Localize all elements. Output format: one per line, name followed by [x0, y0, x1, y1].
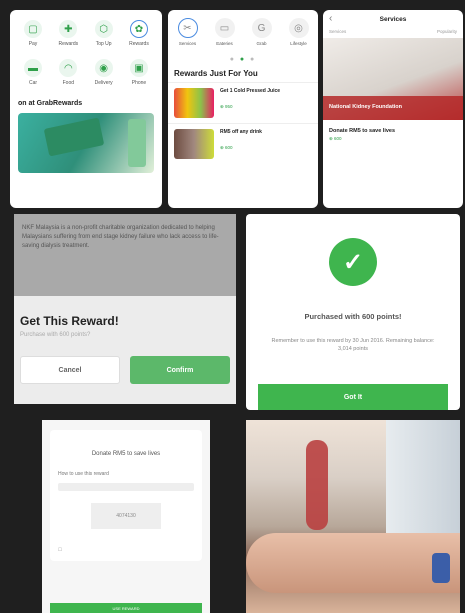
reward-item-points: ⊕ 600	[220, 145, 233, 150]
car-icon: ▬	[24, 59, 42, 77]
drink-thumbnail	[174, 129, 214, 159]
service-food[interactable]: ◠ Food	[53, 59, 83, 86]
eateries-icon: ▭	[214, 18, 235, 38]
dialog-buttons: Cancel Confirm	[14, 338, 236, 384]
action-rewards-selected[interactable]: ✿ Rewards	[124, 20, 154, 47]
tab-grab[interactable]: G Grab	[248, 18, 275, 46]
promo-title: on at GrabRewards	[18, 100, 83, 107]
services-icon: ✂	[177, 18, 198, 38]
reward-code: 4074130	[91, 503, 161, 529]
dialog-title: Get This Reward!	[20, 314, 119, 328]
lifestyle-icon: ◎	[288, 18, 309, 38]
tab-services[interactable]: ✂ Services	[174, 18, 201, 46]
nkf-banner-image[interactable]: National Kidney Foundation	[323, 38, 463, 120]
action-pay[interactable]: ▢ Pay	[18, 20, 48, 47]
got-it-button[interactable]: Got It	[258, 384, 448, 410]
food-icon: ◠	[59, 59, 78, 77]
clamp-object	[432, 553, 450, 583]
reward-category-tabs: ✂ Services ▭ Eateries G Grab ◎ Lifestyle	[168, 10, 318, 46]
rewards-icon: ✚	[59, 20, 78, 38]
rewards-selected-icon: ✿	[129, 20, 148, 38]
reward-item-points: ⊕ 950	[220, 104, 233, 109]
reward-points: ⊕ 600	[329, 136, 342, 141]
sort-filter[interactable]: Popularity	[437, 29, 457, 34]
delivery-icon: ◉	[94, 59, 113, 77]
page-title: Services	[379, 16, 407, 23]
reward-item-title: RM5 off any drink	[220, 129, 262, 135]
panel-rewards-list: ✂ Services ▭ Eateries G Grab ◎ Lifestyle ● ●…	[168, 10, 318, 208]
tab-lifestyle[interactable]: ◎ Lifestyle	[285, 18, 312, 46]
success-title: Purchased with 600 points!	[304, 312, 402, 321]
pay-icon: ▢	[24, 20, 42, 38]
reward-item[interactable]: RM5 off any drink ⊕ 600	[168, 123, 318, 164]
quick-actions-row: ▢ Pay ✚ Rewards ⬡ Top Up ✿ Rewards	[10, 10, 162, 47]
banner-side-graphic	[128, 119, 146, 167]
tab-eateries[interactable]: ▭ Eateries	[211, 18, 238, 46]
panel-services: ‹ Services Services Popularity National …	[323, 10, 463, 208]
service-delivery[interactable]: ◉ Delivery	[89, 59, 119, 86]
use-reward-button[interactable]: USE REWARD	[50, 603, 202, 613]
reward-title: Donate RM5 to save lives	[329, 128, 396, 134]
phone-icon: ▣	[129, 59, 148, 77]
reward-description: NKF Malaysia is a non-profit charitable …	[14, 214, 236, 296]
confirm-button[interactable]: Confirm	[130, 356, 230, 384]
reward-card: Donate RM5 to save lives How to use this…	[50, 430, 202, 561]
section-title: Rewards Just For You	[174, 69, 258, 78]
cancel-button[interactable]: Cancel	[20, 356, 120, 384]
service-phone[interactable]: ▣ Phone	[124, 59, 154, 86]
panel-confirm-dialog: NKF Malaysia is a non-profit charitable …	[14, 214, 236, 404]
category-filter[interactable]: Services	[329, 29, 346, 34]
reward-heading: Donate RM5 to save lives	[91, 451, 161, 457]
action-rewards[interactable]: ✚ Rewards	[53, 20, 83, 47]
juice-thumbnail	[174, 88, 214, 118]
how-to-label: How to use this reward	[58, 471, 109, 477]
checkmark-icon: ✓	[329, 238, 377, 286]
instruction-field	[58, 483, 194, 491]
dialysis-photo	[246, 420, 460, 613]
screenshot-collage: ▢ Pay ✚ Rewards ⬡ Top Up ✿ Rewards ▬ Car ◠ Foo…	[0, 0, 465, 613]
filter-row: Services Popularity	[323, 29, 463, 38]
terms-checkbox[interactable]: ☐	[58, 541, 194, 553]
grab-icon: G	[251, 18, 272, 38]
panel-purchase-success: ✓ Purchased with 600 points! Remember to…	[246, 214, 460, 410]
services-row: ▬ Car ◠ Food ◉ Delivery ▣ Phone	[10, 47, 162, 86]
panel-reward-detail: Donate RM5 to save lives How to use this…	[42, 420, 210, 613]
promo-banner[interactable]	[18, 113, 154, 173]
reward-item-title: Get 1 Cold Pressed Juice	[220, 88, 281, 94]
back-icon[interactable]: ‹	[329, 13, 332, 24]
topup-icon: ⬡	[94, 20, 113, 38]
service-car[interactable]: ▬ Car	[18, 59, 48, 86]
blood-tube	[306, 440, 328, 530]
banner-card-graphic	[43, 117, 105, 157]
page-dots: ● ● ●	[229, 56, 257, 63]
banner-caption: National Kidney Foundation	[323, 96, 463, 120]
patient-arm	[246, 533, 460, 593]
panel-grab-home: ▢ Pay ✚ Rewards ⬡ Top Up ✿ Rewards ▬ Car ◠ Foo…	[10, 10, 162, 208]
reward-item[interactable]: Get 1 Cold Pressed Juice ⊕ 950	[168, 82, 318, 123]
success-note: Remember to use this reward by 30 Jun 20…	[271, 338, 435, 352]
action-topup[interactable]: ⬡ Top Up	[89, 20, 119, 47]
